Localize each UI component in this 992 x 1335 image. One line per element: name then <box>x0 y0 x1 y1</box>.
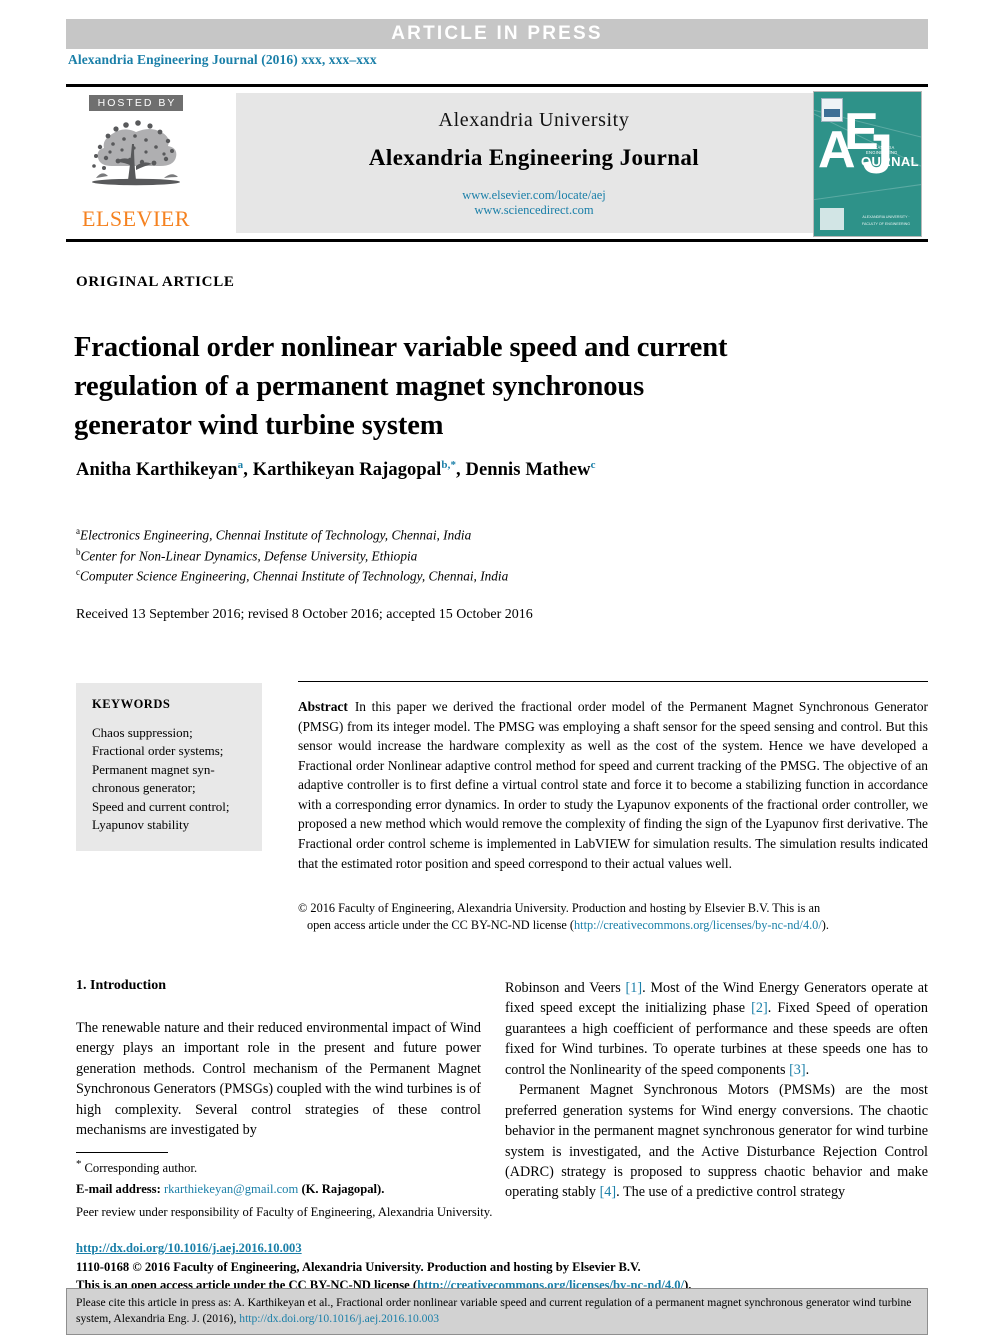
doi-copyright-block: http://dx.doi.org/10.1016/j.aej.2016.10.… <box>76 1240 776 1295</box>
abstract-license-line: open access article under the CC BY-NC-N… <box>298 917 928 934</box>
masthead-center-panel: Alexandria University Alexandria Enginee… <box>236 93 832 233</box>
keywords-box: KEYWORDS Chaos suppression; Fractional o… <box>76 683 262 851</box>
affiliation-item: cComputer Science Engineering, Chennai I… <box>76 566 776 587</box>
citation-doi-link[interactable]: http://dx.doi.org/10.1016/j.aej.2016.10.… <box>239 1312 439 1325</box>
citation-ref-1[interactable]: [1] <box>626 980 643 996</box>
journal-cover-thumbnail: A E J ALEXANDRIA ENGINEERING OURNAL ALEX… <box>813 91 922 237</box>
author-name-3: Dennis Mathew <box>465 460 591 481</box>
intro-text-2b: . The use of a predictive control strate… <box>616 1184 846 1201</box>
elsevier-logo-block: HOSTED BY ELSEVIER <box>72 93 200 230</box>
abstract-label: Abstract <box>298 699 348 714</box>
corresponding-author-text: Corresponding author. <box>84 1161 198 1176</box>
received-dates-line: Received 13 September 2016; revised 8 Oc… <box>76 607 533 622</box>
author-mark-3: c <box>590 459 596 471</box>
article-first-page: ARTICLE IN PRESS Alexandria Engineering … <box>0 0 992 1335</box>
page-title: Fractional order nonlinear variable spee… <box>74 332 728 441</box>
section-heading-introduction: 1. Introduction <box>76 978 166 993</box>
keyword-item: chronous generator; <box>92 780 196 796</box>
email-line: E-mail address: rkarthiekeyan@gmail.com … <box>76 1180 496 1198</box>
doi-link[interactable]: http://dx.doi.org/10.1016/j.aej.2016.10.… <box>76 1240 776 1258</box>
author-mark-2: b,* <box>441 459 457 471</box>
issn-copyright-line: 1110-0168 © 2016 Faculty of Engineering,… <box>76 1259 641 1274</box>
keyword-item: Fractional order systems; <box>92 743 224 759</box>
abstract-license-post: ). <box>821 918 829 933</box>
elsevier-wordmark: ELSEVIER <box>82 206 190 231</box>
article-type-label: ORIGINAL ARTICLE <box>76 274 235 290</box>
cover-footer-text: ALEXANDRIA UNIVERSITY · FACULTY OF ENGIN… <box>862 215 910 226</box>
keyword-item: Lyapunov stability <box>92 817 190 833</box>
body-column-left: 1. Introduction The renewable nature and… <box>76 978 481 1141</box>
cover-publisher-icon <box>820 208 844 230</box>
author-name-2: Karthikeyan Rajagopal <box>252 460 442 481</box>
author-list: Anitha Karthikeyana, Karthikeyan Rajagop… <box>76 459 596 481</box>
elsevier-tree-icon <box>80 114 192 207</box>
affiliation-item: aElectronics Engineering, Chennai Instit… <box>76 525 776 546</box>
body-column-right: Robinson and Veers [1]. Most of the Wind… <box>505 978 928 1203</box>
email-label: E-mail address: <box>76 1181 161 1196</box>
university-name: Alexandria University <box>438 109 630 131</box>
keywords-list: Chaos suppression; Fractional order syst… <box>92 724 250 835</box>
keyword-item: Speed and current control; <box>92 798 230 814</box>
sciencedirect-link[interactable]: www.sciencedirect.com <box>462 203 606 218</box>
keywords-heading: KEYWORDS <box>92 697 171 711</box>
cover-crest-icon <box>821 98 843 122</box>
author-email-link[interactable]: rkarthiekeyan@gmail.com <box>164 1182 298 1196</box>
intro-text-2a: Permanent Magnet Synchronous Motors (PMS… <box>505 1082 928 1201</box>
citation-text: Please cite this article in press as: A.… <box>76 1296 912 1325</box>
footnote-block: * Corresponding author. E-mail address: r… <box>76 1156 496 1223</box>
abstract-copyright: © 2016 Faculty of Engineering, Alexandri… <box>298 900 928 935</box>
keyword-item: Permanent magnet syn- <box>92 761 215 777</box>
abstract-text: Abstract In this paper we derived the fra… <box>298 697 928 873</box>
journal-urls: www.elsevier.com/locate/aej www.scienced… <box>462 188 606 218</box>
affiliation-text-b: Center for Non-Linear Dynamics, Defense … <box>80 548 418 564</box>
article-in-press-label: ARTICLE IN PRESS <box>391 23 603 44</box>
affiliation-text-a: Electronics Engineering, Chennai Institu… <box>80 527 472 543</box>
affiliation-text-c: Computer Science Engineering, Chennai In… <box>80 568 509 584</box>
journal-title: Alexandria Engineering Journal <box>368 145 700 170</box>
journal-masthead: HOSTED BY ELSEVIER Alexandria University… <box>66 84 928 242</box>
intro-paragraph-right-2: Permanent Magnet Synchronous Motors (PMS… <box>505 1080 928 1203</box>
hosted-by-badge: HOSTED BY <box>88 95 184 111</box>
abstract-body: In this paper we derived the fractional … <box>298 699 928 871</box>
keyword-item: Chaos suppression; <box>92 725 193 740</box>
intro-paragraph-right-1: Robinson and Veers [1]. Most of the Wind… <box>505 978 928 1080</box>
intro-paragraph-left: The renewable nature and their reduced e… <box>76 1020 481 1139</box>
abstract-license-pre: open access article under the CC BY-NC-N… <box>307 918 575 933</box>
article-in-press-banner: ARTICLE IN PRESS <box>66 19 928 49</box>
corresponding-author-note: * Corresponding author. <box>76 1156 496 1178</box>
journal-reference-line: Alexandria Engineering Journal (2016) xx… <box>68 52 377 67</box>
footnote-separator-rule <box>76 1152 168 1153</box>
affiliation-list: aElectronics Engineering, Chennai Instit… <box>76 525 776 587</box>
citation-ref-4[interactable]: [4] <box>600 1184 617 1200</box>
elsevier-locate-link[interactable]: www.elsevier.com/locate/aej <box>462 188 606 203</box>
author-mark-1: a <box>237 459 244 471</box>
intro-text-1d: . <box>805 1061 810 1078</box>
cc-license-link[interactable]: http://creativecommons.org/licenses/by-n… <box>574 918 822 932</box>
citation-ref-2[interactable]: [2] <box>751 1000 768 1016</box>
affiliation-item: bCenter for Non-Linear Dynamics, Defense… <box>76 546 776 567</box>
author-name-1: Anitha Karthikeyan <box>76 460 238 481</box>
asterisk-icon: * <box>76 1158 82 1170</box>
intro-text-1a: Robinson and Veers <box>505 980 626 996</box>
abstract-top-rule <box>298 681 928 682</box>
citation-box: Please cite this article in press as: A.… <box>66 1288 928 1335</box>
cover-journal-word: OURNAL <box>861 154 920 169</box>
abstract-copyright-line-1: © 2016 Faculty of Engineering, Alexandri… <box>298 901 821 915</box>
citation-ref-3[interactable]: [3] <box>789 1062 806 1078</box>
peer-review-note: Peer review under responsibility of Facu… <box>76 1204 493 1219</box>
email-owner: (K. Rajagopal). <box>301 1181 385 1196</box>
